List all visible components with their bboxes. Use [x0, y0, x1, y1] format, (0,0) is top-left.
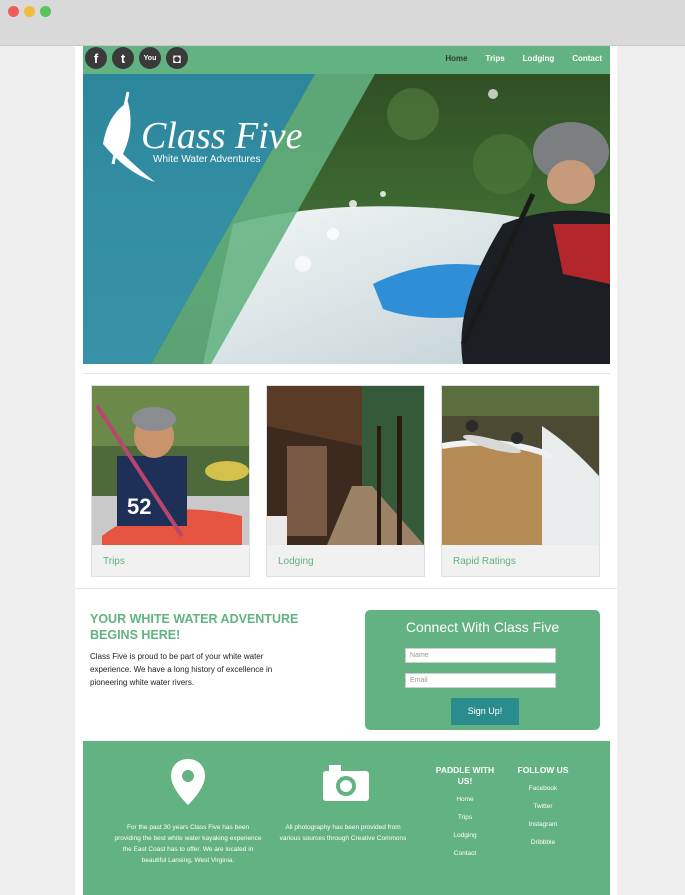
- intro-heading: Your White Water Adventure Begins Here!: [90, 612, 299, 642]
- signup-box: Connect With Class Five Name Email Sign …: [365, 610, 600, 730]
- card-lodging[interactable]: Lodging: [266, 385, 425, 577]
- logo-title: Class Five: [141, 115, 303, 157]
- hero-banner: Class Five White Water Adventures: [83, 74, 610, 364]
- footer-link-instagram[interactable]: Instagram: [511, 820, 575, 830]
- divider: [75, 588, 617, 589]
- nav-contact[interactable]: Contact: [572, 54, 602, 63]
- svg-text:52: 52: [127, 494, 151, 519]
- site-footer: For the past 30 years Class Five has bee…: [83, 741, 610, 895]
- email-field[interactable]: Email: [405, 673, 556, 688]
- lodging-photo: [267, 386, 424, 545]
- card-rapid-ratings-label[interactable]: Rapid Ratings: [453, 556, 516, 567]
- social-links: f t You ◘: [85, 47, 188, 69]
- card-rapid-ratings[interactable]: Rapid Ratings: [441, 385, 600, 577]
- footer-link-trips[interactable]: Trips: [433, 813, 497, 823]
- footer-paddle-heading: PADDLE WITH US!: [435, 765, 495, 786]
- footer-paddle-column: PADDLE WITH US! Home Trips Lodging Conta…: [433, 765, 497, 867]
- instagram-icon[interactable]: ◘: [166, 47, 188, 69]
- card-trips[interactable]: 52 Trips: [91, 385, 250, 577]
- logo-subtitle: White Water Adventures: [153, 154, 260, 165]
- footer-link-facebook[interactable]: Facebook: [511, 784, 575, 794]
- main-nav: Home Trips Lodging Contact: [445, 54, 602, 63]
- rapid-ratings-photo: [442, 386, 599, 545]
- facebook-icon[interactable]: f: [85, 47, 107, 69]
- footer-about-text: For the past 30 years Class Five has bee…: [114, 824, 262, 864]
- divider: [83, 373, 610, 374]
- hero-image: Class Five White Water Adventures: [83, 74, 610, 364]
- footer-link-lodging[interactable]: Lodging: [433, 831, 497, 841]
- nav-home[interactable]: Home: [445, 54, 467, 63]
- youtube-icon[interactable]: You: [139, 47, 161, 69]
- map-pin-icon: [171, 759, 205, 805]
- footer-follow-column: FOLLOW US Facebook Twitter Instagram Dri…: [511, 765, 575, 856]
- window-close-button[interactable]: [8, 6, 19, 17]
- top-nav-bar: f t You ◘ Home Trips Lodging Contact: [83, 46, 610, 74]
- card-lodging-label[interactable]: Lodging: [278, 556, 314, 567]
- name-field[interactable]: Name: [405, 648, 556, 663]
- nav-lodging[interactable]: Lodging: [523, 54, 555, 63]
- signup-title: Connect With Class Five: [405, 619, 560, 635]
- card-trips-label[interactable]: Trips: [103, 556, 125, 567]
- footer-photo-credit: All photography has been provided from v…: [279, 824, 407, 842]
- window-minimize-button[interactable]: [24, 6, 35, 17]
- footer-follow-heading: FOLLOW US: [517, 765, 569, 775]
- browser-titlebar: [0, 0, 685, 46]
- signup-button[interactable]: Sign Up!: [451, 698, 519, 725]
- web-page: f t You ◘ Home Trips Lodging Contact Cla…: [75, 46, 617, 895]
- camera-icon: [323, 765, 369, 801]
- intro-paragraph: Class Five is proud to be part of your w…: [90, 652, 273, 687]
- footer-link-home[interactable]: Home: [433, 795, 497, 805]
- trips-photo: 52: [92, 386, 249, 545]
- twitter-icon[interactable]: t: [112, 47, 134, 69]
- window-maximize-button[interactable]: [40, 6, 51, 17]
- footer-link-twitter[interactable]: Twitter: [511, 802, 575, 812]
- footer-link-contact[interactable]: Contact: [433, 849, 497, 859]
- footer-link-dribbble[interactable]: Dribbble: [511, 838, 575, 848]
- nav-trips[interactable]: Trips: [486, 54, 505, 63]
